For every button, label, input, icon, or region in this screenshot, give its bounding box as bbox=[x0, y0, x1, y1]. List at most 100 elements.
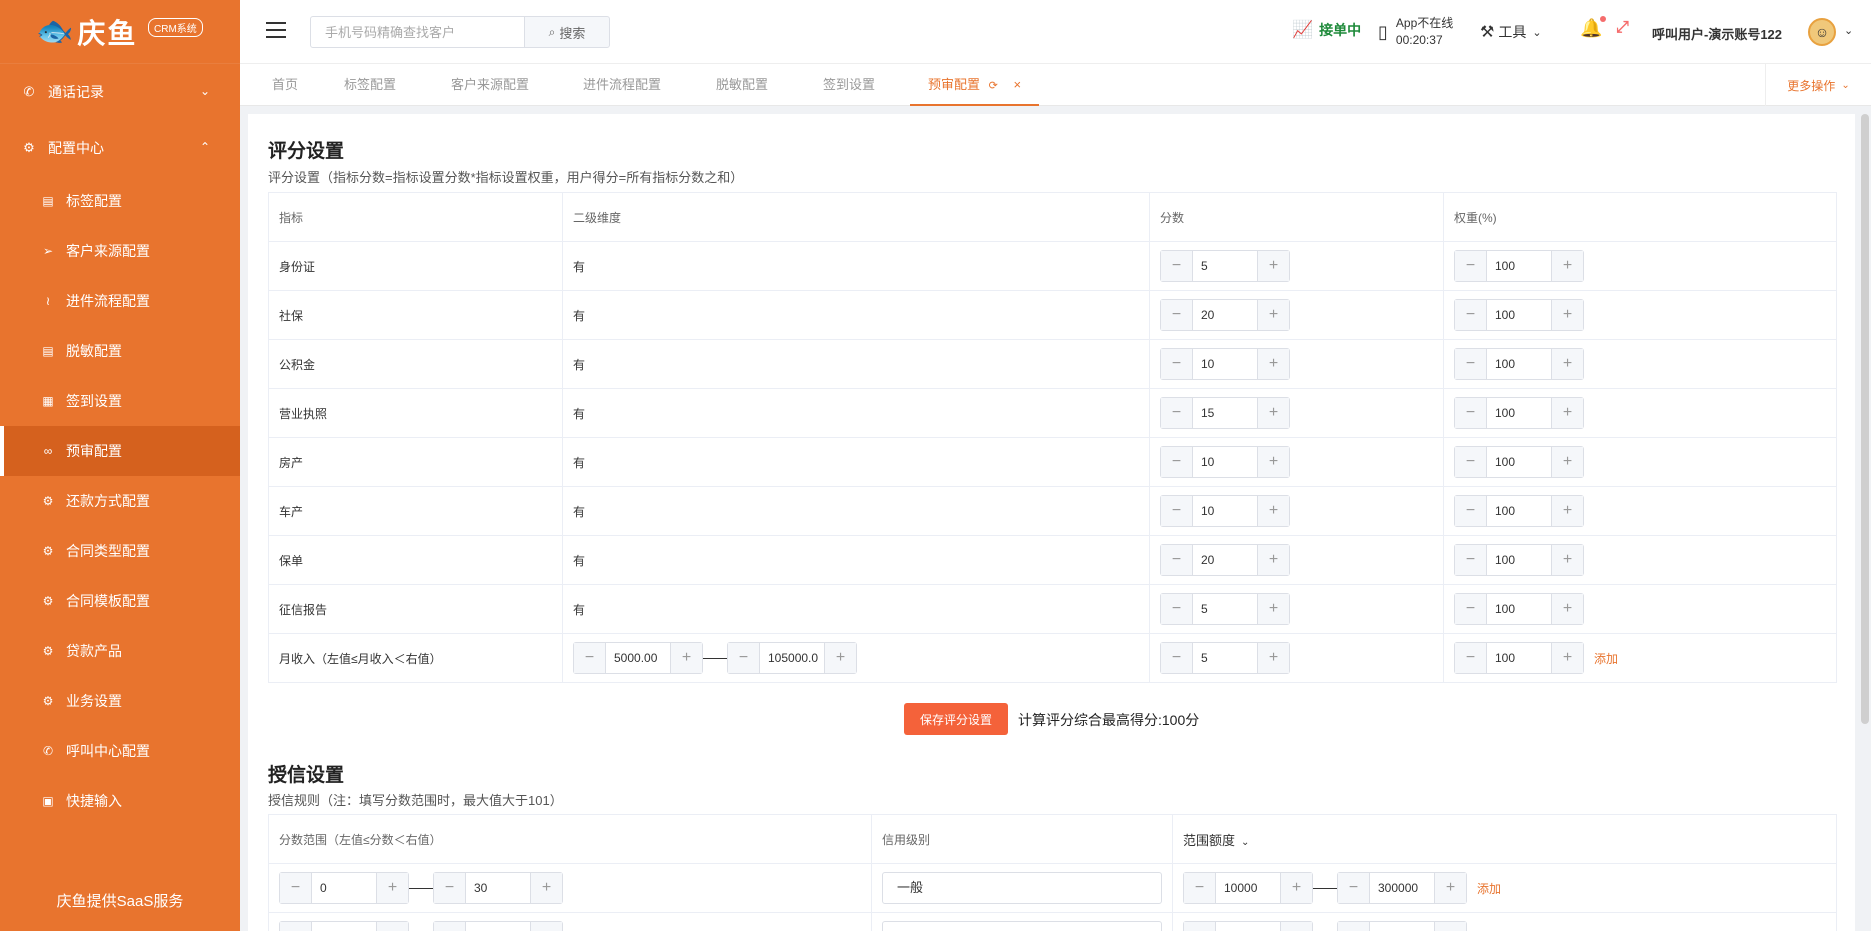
score-stepper[interactable]: − 5 + bbox=[1160, 642, 1290, 674]
amount-min-value[interactable] bbox=[1216, 922, 1280, 931]
minus-icon[interactable]: − bbox=[728, 643, 760, 673]
sidebar-item-contract-type[interactable]: ⚙ 合同类型配置 bbox=[0, 526, 240, 576]
chevron-down-icon[interactable]: ⌄ bbox=[1844, 24, 1853, 37]
plus-icon[interactable]: + bbox=[1257, 496, 1289, 526]
weight-value[interactable]: 100 bbox=[1487, 594, 1551, 624]
score-max-value[interactable] bbox=[466, 922, 530, 931]
score-value[interactable]: 5 bbox=[1193, 251, 1257, 281]
score-value[interactable]: 10 bbox=[1193, 447, 1257, 477]
user-name[interactable]: 呼叫用户-演示账号122 bbox=[1652, 24, 1782, 43]
amount-min-stepper[interactable]: − 10000 + bbox=[1183, 872, 1313, 904]
amount-max-stepper[interactable]: −+ bbox=[1337, 921, 1467, 931]
amount-max-stepper[interactable]: − 300000 + bbox=[1337, 872, 1467, 904]
close-icon[interactable]: × bbox=[1013, 77, 1021, 92]
tab-customer-source[interactable]: 客户来源配置 bbox=[451, 64, 529, 106]
minus-icon[interactable]: − bbox=[1455, 251, 1487, 281]
save-score-button[interactable]: 保存评分设置 bbox=[904, 703, 1008, 735]
plus-icon[interactable]: + bbox=[1551, 447, 1583, 477]
minus-icon[interactable]: − bbox=[1161, 496, 1193, 526]
sidebar-item-call-center[interactable]: ✆ 呼叫中心配置 bbox=[0, 726, 240, 776]
tab-home[interactable]: 首页 bbox=[272, 64, 298, 106]
score-stepper[interactable]: −15 + bbox=[1160, 397, 1290, 429]
score-value[interactable]: 20 bbox=[1193, 300, 1257, 330]
minus-icon[interactable]: − bbox=[1455, 496, 1487, 526]
minus-icon[interactable]: − bbox=[1455, 398, 1487, 428]
minus-icon[interactable]: − bbox=[1455, 545, 1487, 575]
minus-icon[interactable]: − bbox=[1161, 349, 1193, 379]
plus-icon[interactable]: + bbox=[530, 922, 562, 931]
range-amount-dropdown[interactable]: 范围额度 ⌄ bbox=[1172, 814, 1837, 864]
plus-icon[interactable]: + bbox=[1257, 349, 1289, 379]
tab-pre-review[interactable]: 预审配置 ⟳ × bbox=[910, 64, 1040, 106]
weight-value[interactable]: 100 bbox=[1487, 643, 1551, 673]
weight-value[interactable]: 100 bbox=[1487, 398, 1551, 428]
add-credit-link[interactable]: 添加 bbox=[1477, 882, 1501, 896]
tab-process-config[interactable]: 进件流程配置 bbox=[583, 64, 661, 106]
minus-icon[interactable]: − bbox=[280, 922, 312, 931]
score-value[interactable]: 5 bbox=[1193, 594, 1257, 624]
plus-icon[interactable]: + bbox=[1551, 545, 1583, 575]
plus-icon[interactable]: + bbox=[1551, 300, 1583, 330]
score-stepper[interactable]: −10 + bbox=[1160, 495, 1290, 527]
score-value[interactable]: 15 bbox=[1193, 398, 1257, 428]
weight-value[interactable]: 100 bbox=[1487, 251, 1551, 281]
weight-stepper[interactable]: −100 + bbox=[1454, 299, 1584, 331]
plus-icon[interactable]: + bbox=[1551, 594, 1583, 624]
bell-icon[interactable]: 🔔 bbox=[1580, 16, 1607, 39]
minus-icon[interactable]: − bbox=[1161, 643, 1193, 673]
score-max-value[interactable]: 30 bbox=[466, 873, 530, 903]
search-button[interactable]: ⌕ 搜索 bbox=[524, 16, 610, 48]
score-stepper[interactable]: −10 + bbox=[1160, 348, 1290, 380]
score-stepper[interactable]: −20 + bbox=[1160, 544, 1290, 576]
score-min-stepper[interactable]: − 0 + bbox=[279, 872, 409, 904]
plus-icon[interactable]: + bbox=[1257, 300, 1289, 330]
score-min-value[interactable] bbox=[312, 922, 376, 931]
sidebar-item-loan-product[interactable]: ⚙ 贷款产品 bbox=[0, 626, 240, 676]
plus-icon[interactable]: + bbox=[1257, 447, 1289, 477]
minus-icon[interactable]: − bbox=[1455, 643, 1487, 673]
plus-icon[interactable]: + bbox=[376, 873, 408, 903]
minus-icon[interactable]: − bbox=[1161, 594, 1193, 624]
weight-value[interactable]: 100 bbox=[1487, 349, 1551, 379]
weight-value[interactable]: 100 bbox=[1487, 496, 1551, 526]
tab-checkin[interactable]: 签到设置 bbox=[823, 64, 875, 106]
plus-icon[interactable]: + bbox=[1434, 922, 1466, 931]
more-actions-dropdown[interactable]: 更多操作 ⌄ bbox=[1765, 64, 1871, 106]
tools-dropdown[interactable]: ⚒ 工具 ⌄ bbox=[1480, 22, 1542, 42]
score-stepper[interactable]: −5 + bbox=[1160, 593, 1290, 625]
income-min-value[interactable]: 5000.00 bbox=[606, 643, 670, 673]
minus-icon[interactable]: − bbox=[574, 643, 606, 673]
tab-desensitize[interactable]: 脱敏配置 bbox=[716, 64, 768, 106]
score-value[interactable]: 5 bbox=[1193, 643, 1257, 673]
plus-icon[interactable]: + bbox=[1551, 643, 1583, 673]
add-income-link[interactable]: 添加 bbox=[1594, 652, 1618, 666]
plus-icon[interactable]: + bbox=[1280, 873, 1312, 903]
tab-tag-config[interactable]: 标签配置 bbox=[344, 64, 396, 106]
minus-icon[interactable]: − bbox=[434, 922, 466, 931]
score-value[interactable]: 10 bbox=[1193, 349, 1257, 379]
weight-value[interactable]: 100 bbox=[1487, 300, 1551, 330]
hamburger-menu-icon[interactable] bbox=[266, 22, 286, 38]
plus-icon[interactable]: + bbox=[1551, 251, 1583, 281]
sidebar-group-config-center[interactable]: ⚙ 配置中心 ⌃ bbox=[0, 120, 240, 176]
plus-icon[interactable]: + bbox=[1257, 643, 1289, 673]
amount-min-stepper[interactable]: −+ bbox=[1183, 921, 1313, 931]
weight-stepper[interactable]: −100 + bbox=[1454, 348, 1584, 380]
plus-icon[interactable]: + bbox=[670, 643, 702, 673]
credit-level-input[interactable] bbox=[882, 921, 1162, 931]
sidebar-item-quick-input[interactable]: ▣ 快捷输入 bbox=[0, 776, 240, 826]
minus-icon[interactable]: − bbox=[1455, 447, 1487, 477]
weight-value[interactable]: 100 bbox=[1487, 447, 1551, 477]
sidebar-item-checkin[interactable]: ▦ 签到设置 bbox=[0, 376, 240, 426]
plus-icon[interactable]: + bbox=[376, 922, 408, 931]
score-min-stepper[interactable]: −+ bbox=[279, 921, 409, 931]
income-min-stepper[interactable]: − 5000.00 + bbox=[573, 642, 703, 674]
plus-icon[interactable]: + bbox=[1434, 873, 1466, 903]
credit-level-input[interactable]: 一般 bbox=[882, 872, 1162, 904]
plus-icon[interactable]: + bbox=[824, 643, 856, 673]
weight-stepper[interactable]: −100 + bbox=[1454, 397, 1584, 429]
minus-icon[interactable]: − bbox=[1161, 251, 1193, 281]
plus-icon[interactable]: + bbox=[1280, 922, 1312, 931]
minus-icon[interactable]: − bbox=[1455, 594, 1487, 624]
plus-icon[interactable]: + bbox=[1551, 496, 1583, 526]
